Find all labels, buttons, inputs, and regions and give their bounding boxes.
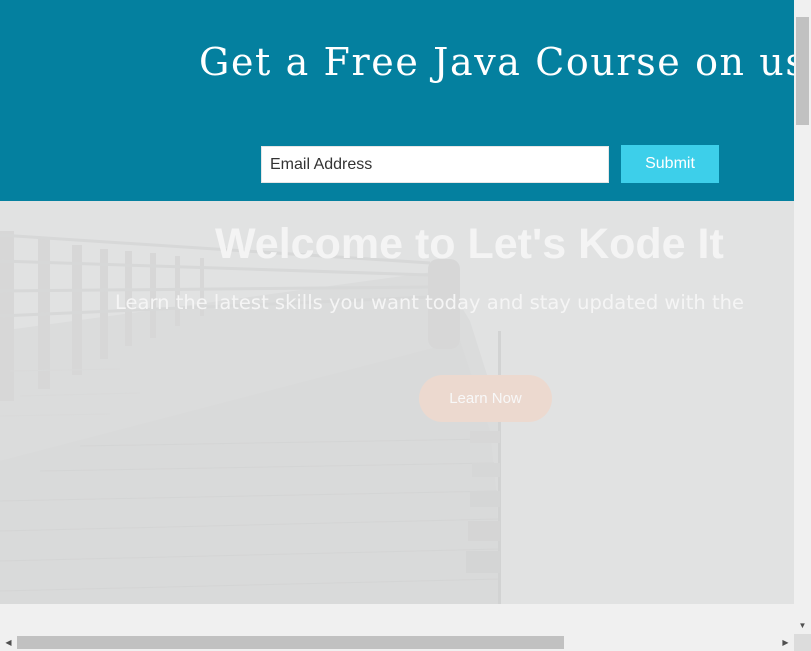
hero-subtitle: Learn the latest skills you want today a…: [115, 291, 744, 314]
horizontal-scrollbar-thumb[interactable]: [17, 636, 564, 649]
scrollbar-corner: [794, 634, 811, 651]
arrow-down-icon[interactable]: ▼: [794, 617, 811, 634]
vertical-scrollbar-thumb[interactable]: [796, 17, 809, 125]
promo-banner: Get a Free Java Course on us Submit: [0, 0, 794, 201]
promo-title: Get a Free Java Course on us: [199, 40, 794, 84]
horizontal-scrollbar[interactable]: ◀ ▶: [0, 634, 794, 651]
arrow-right-icon[interactable]: ▶: [777, 634, 794, 651]
learn-now-button[interactable]: Learn Now: [419, 375, 552, 422]
hero-section: Welcome to Let's Kode It Learn the lates…: [0, 201, 794, 604]
email-field[interactable]: [261, 146, 609, 183]
submit-button[interactable]: Submit: [621, 145, 719, 183]
vertical-scrollbar[interactable]: [794, 0, 811, 634]
page-viewport: Get a Free Java Course on us Submit: [0, 0, 794, 604]
hero-title: Welcome to Let's Kode It: [215, 220, 724, 268]
arrow-left-icon[interactable]: ◀: [0, 634, 17, 651]
